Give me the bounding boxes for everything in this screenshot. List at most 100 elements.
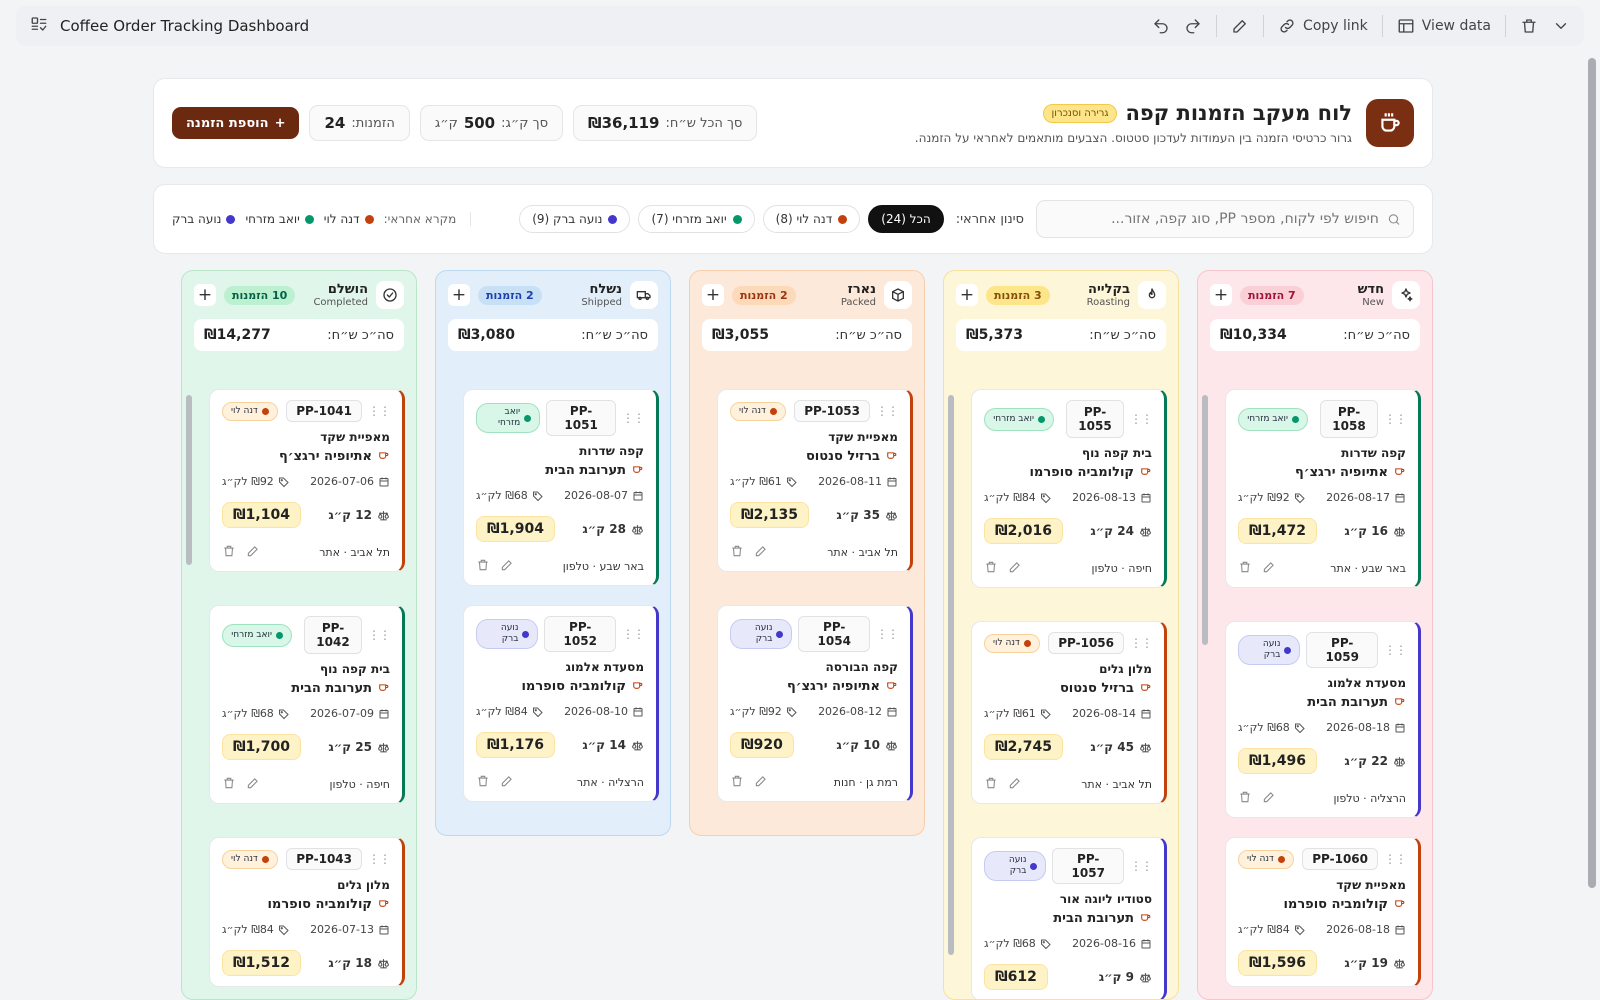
order-quantity: 35 ק״ג xyxy=(836,508,898,522)
trash-icon xyxy=(478,775,488,787)
order-card[interactable]: ⋮⋮ PP-1055 יואב מזרחי בית קפה נוף קולומביה ס… xyxy=(971,389,1167,588)
delete-card-button[interactable] xyxy=(1238,790,1252,807)
add-card-button[interactable]: + xyxy=(194,284,216,306)
drag-handle[interactable]: ⋮⋮ xyxy=(622,627,645,641)
column-scrollbar[interactable] xyxy=(948,395,954,955)
delete-card-button[interactable] xyxy=(730,774,744,791)
edit-card-button[interactable] xyxy=(1008,560,1022,577)
redo-button[interactable] xyxy=(1184,17,1202,35)
edit-card-button[interactable] xyxy=(500,774,514,791)
add-card-button[interactable]: + xyxy=(956,284,978,306)
owner-badge: דנה לוי xyxy=(1238,849,1294,869)
delete-card-button[interactable] xyxy=(984,776,998,793)
delete-card-button[interactable] xyxy=(476,558,490,575)
owner-filter-chip[interactable]: יואב מזרחי (7) xyxy=(638,205,755,233)
owner-badge: דנה לוי xyxy=(222,849,278,869)
edit-card-button[interactable] xyxy=(246,544,260,561)
order-card[interactable]: ⋮⋮ PP-1058 יואב מזרחי קפה שדרות אתיופיה ירגצ… xyxy=(1225,389,1421,588)
add-order-button[interactable]: + הוספת הזמנה xyxy=(172,107,300,139)
drag-handle[interactable]: ⋮⋮ xyxy=(1384,643,1407,657)
undo-icon xyxy=(1154,19,1168,34)
legend-item: נועה ברק xyxy=(172,212,236,226)
order-card[interactable]: ⋮⋮ PP-1056 דנה לוי מלון גלים ברזיל סנטוס 2026… xyxy=(971,621,1167,804)
order-card[interactable]: ⋮⋮ PP-1053 דנה לוי מאפיית שקד ברזיל סנטוס 202… xyxy=(717,389,913,572)
pencil-icon xyxy=(247,546,258,557)
edit-card-button[interactable] xyxy=(500,558,514,575)
view-data-button[interactable]: View data xyxy=(1397,17,1491,35)
drag-handle[interactable]: ⋮⋮ xyxy=(876,627,899,641)
edit-card-button[interactable] xyxy=(1262,560,1276,577)
add-card-button[interactable]: + xyxy=(702,284,724,306)
order-card[interactable]: ⋮⋮ PP-1043 דנה לוי מלון גלים קולומביה סופרמו… xyxy=(209,837,405,987)
delete-card-button[interactable] xyxy=(476,774,490,791)
owner-filter-chip[interactable]: הכל (24) xyxy=(868,205,944,233)
order-card[interactable]: ⋮⋮ PP-1052 נועה ברק מסעדת אלמוג קולומביה סופ… xyxy=(463,605,659,802)
order-card[interactable]: ⋮⋮ PP-1060 דנה לוי מאפיית שקד קולומביה סופרמ… xyxy=(1225,837,1421,987)
edit-card-button[interactable] xyxy=(754,544,768,561)
order-location: חיפה · טלפון xyxy=(329,778,390,791)
delete-button[interactable] xyxy=(1520,17,1538,35)
order-price: ₪2,016 xyxy=(984,518,1063,544)
owner-dot xyxy=(1030,862,1038,870)
drag-handle[interactable]: ⋮⋮ xyxy=(1130,859,1153,873)
scale-icon xyxy=(1140,972,1151,982)
coffee-cup-icon xyxy=(1139,680,1152,697)
search-input[interactable] xyxy=(1049,211,1379,227)
order-card[interactable]: ⋮⋮ PP-1059 נועה ברק מסעדת אלמוג תערובת הבית 2… xyxy=(1225,621,1421,818)
delete-card-button[interactable] xyxy=(730,544,744,561)
order-card[interactable]: ⋮⋮ PP-1054 נועה ברק קפה הבורסה אתיופיה ירגצ׳… xyxy=(717,605,913,802)
kanban-column-completed: הושלם Completed 10 הזמנות + סה״כ ש״ח: ₪14,277… xyxy=(181,270,417,1000)
page-title: לוח מעקב הזמנות קפה xyxy=(1125,101,1352,125)
order-price: ₪1,512 xyxy=(222,950,301,976)
delete-card-button[interactable] xyxy=(222,544,236,561)
delete-card-button[interactable] xyxy=(222,776,236,793)
order-card[interactable]: ⋮⋮ PP-1041 דנה לוי מאפיית שקד אתיופיה ירגצ׳ף… xyxy=(209,389,405,572)
order-number: PP-1051 xyxy=(546,400,616,436)
add-card-button[interactable]: + xyxy=(448,284,470,306)
edit-card-button[interactable] xyxy=(754,774,768,791)
drag-handle[interactable]: ⋮⋮ xyxy=(876,404,899,418)
drag-handle[interactable]: ⋮⋮ xyxy=(1384,412,1407,426)
price-per-kg: ₪68 לק״ג xyxy=(984,937,1052,950)
order-card[interactable]: ⋮⋮ PP-1042 יואב מזרחי בית קפה נוף תערובת הבי… xyxy=(209,605,405,804)
drag-handle[interactable]: ⋮⋮ xyxy=(368,404,391,418)
owner-badge: דנה לוי xyxy=(730,401,786,421)
drag-handle[interactable]: ⋮⋮ xyxy=(1130,412,1153,426)
drag-handle[interactable]: ⋮⋮ xyxy=(622,411,645,425)
scale-icon xyxy=(886,740,897,750)
calendar-icon xyxy=(379,925,389,934)
coffee-cup-icon xyxy=(1393,464,1406,481)
dashboard-header: לוח מעקב הזמנות קפה גרירה וסנכרון גרור כ… xyxy=(153,78,1433,168)
edit-card-button[interactable] xyxy=(246,776,260,793)
customer-name: מסעדת אלמוג xyxy=(565,660,644,674)
tag-icon xyxy=(1294,925,1305,935)
add-card-button[interactable]: + xyxy=(1210,284,1232,306)
owner-filter-chip[interactable]: דנה לוי (8) xyxy=(762,205,861,233)
drag-handle[interactable]: ⋮⋮ xyxy=(1384,852,1407,866)
order-price: ₪2,745 xyxy=(984,734,1063,760)
column-scrollbar[interactable] xyxy=(1202,395,1208,645)
edit-card-button[interactable] xyxy=(1008,776,1022,793)
trash-icon xyxy=(1522,19,1536,33)
edit-button[interactable] xyxy=(1231,17,1249,35)
delete-card-button[interactable] xyxy=(984,560,998,577)
coffee-type: קולומביה סופרמו xyxy=(1238,896,1406,913)
undo-button[interactable] xyxy=(1152,17,1170,35)
drag-handle[interactable]: ⋮⋮ xyxy=(1130,636,1153,650)
order-date: 2026-08-11 xyxy=(818,475,898,488)
order-card[interactable]: ⋮⋮ PP-1057 נועה ברק סטודיו ליוגה אור תערובת … xyxy=(971,837,1167,999)
more-menu-button[interactable] xyxy=(1552,17,1570,35)
edit-card-button[interactable] xyxy=(1262,790,1276,807)
drag-handle[interactable]: ⋮⋮ xyxy=(368,628,391,642)
pencil-icon xyxy=(1233,20,1246,33)
owner-filter-chip[interactable]: נועה ברק (9) xyxy=(519,205,631,233)
drag-handle[interactable]: ⋮⋮ xyxy=(368,852,391,866)
owner-badge: דנה לוי xyxy=(984,633,1040,653)
column-body: ⋮⋮ PP-1051 יואב מזרחי קפה שדרות תערובת הבית 2… xyxy=(436,375,670,835)
page-scrollbar[interactable] xyxy=(1588,58,1596,888)
delete-card-button[interactable] xyxy=(1238,560,1252,577)
column-scrollbar[interactable] xyxy=(186,395,192,565)
order-card[interactable]: ⋮⋮ PP-1051 יואב מזרחי קפה שדרות תערובת הבית 2… xyxy=(463,389,659,586)
copy-link-button[interactable]: Copy link xyxy=(1278,17,1368,35)
search-box[interactable] xyxy=(1036,200,1414,238)
